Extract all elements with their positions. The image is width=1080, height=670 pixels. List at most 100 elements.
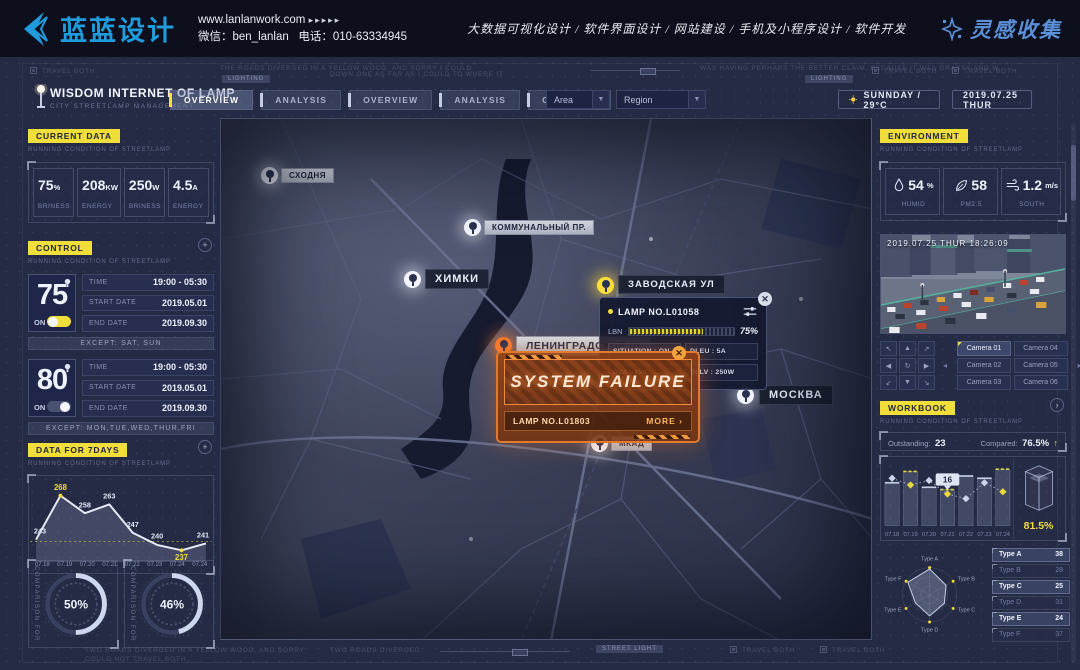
time-row[interactable]: TIME 19:00 - 05:30 xyxy=(82,359,214,376)
compared-value: 76.5% xyxy=(1022,438,1049,449)
pan-down-left-button[interactable]: ↙ xyxy=(880,375,897,390)
weather-chip: SUNNDAY / 29°C xyxy=(838,90,940,109)
pan-down-button[interactable]: ▼ xyxy=(899,375,916,390)
city-map[interactable]: СХОДНЯ КОММУНАЛЬНЫЙ ПР. ХИМКИ ЗАВОДСКАЯ … xyxy=(220,118,872,640)
schedule-block-1: 75 ON TIME 19:00 - 05:30 START DATE 2019… xyxy=(28,274,214,332)
stat-card-briness: 75% BRINESS xyxy=(33,168,74,217)
panel-title-badge: WORKBOOK xyxy=(880,401,955,415)
camera-button-03[interactable]: Camera 03 xyxy=(957,375,1011,390)
map-pin-zavodskaya[interactable] xyxy=(597,277,614,294)
area-select[interactable]: Area ▼ xyxy=(546,90,610,109)
row-value: 19:00 - 05:30 xyxy=(153,362,207,372)
row-label: END DATE xyxy=(89,405,128,412)
pan-right-button[interactable]: ▶ xyxy=(918,358,935,373)
date-text: 2019.07.25 THUR xyxy=(963,90,1021,110)
decor-text: DOWN ONE AS FAR AS I COULD TO WHERE IT xyxy=(330,71,504,78)
point-value: 258 xyxy=(79,500,91,509)
camera-list-prev-icon[interactable]: ◂ xyxy=(943,361,947,370)
tab-analysis-1[interactable]: ANALYSIS xyxy=(261,90,341,110)
brightness-bar[interactable] xyxy=(628,327,735,336)
region-select[interactable]: Region ▼ xyxy=(616,90,706,109)
map-pin-kommunalny[interactable] xyxy=(464,219,481,236)
leaf-icon xyxy=(955,179,968,192)
legend-row-type-b[interactable]: Type B 28 xyxy=(992,564,1070,578)
radar-axis-label: Type C xyxy=(958,608,976,614)
brightness-level-card: 80 ON xyxy=(28,359,76,417)
camera-button-06[interactable]: Camera 06 xyxy=(1014,375,1068,390)
traffic-scene xyxy=(881,235,1065,333)
bulb-icon xyxy=(63,363,72,372)
tab-analysis-2[interactable]: ANALYSIS xyxy=(440,90,520,110)
more-button[interactable]: MORE › xyxy=(646,416,683,426)
camera-panel: 2019.07.25 THUR 18:26:09 ↖ ▲ ↗ ◀ ↻ ▶ ↙ ▼… xyxy=(880,234,1066,390)
failed-lamp-id: LAMP NO.L01803 xyxy=(513,416,590,426)
legend-row-type-e[interactable]: Type E 24 xyxy=(992,612,1070,626)
brand-logo[interactable]: 蓝蓝设计 xyxy=(14,9,176,49)
pan-up-button[interactable]: ▲ xyxy=(899,341,916,356)
map-pin-khimki[interactable] xyxy=(404,271,421,288)
pan-up-left-button[interactable]: ↖ xyxy=(880,341,897,356)
camera-button-01[interactable]: Camera 01 xyxy=(957,341,1011,356)
sparkle-star-icon xyxy=(940,17,964,41)
radar-axis-label: Type F xyxy=(884,576,902,582)
comparison-gauge-2: COMPARISON FOR 46% xyxy=(124,560,214,648)
map-pin-skhodnya[interactable] xyxy=(261,167,278,184)
end-date-row[interactable]: END DATE 2019.09.30 xyxy=(82,315,214,332)
pm25-card: 58 PM2.5 xyxy=(943,168,998,215)
camera-timestamp: 2019.07.25 THUR 18:26:09 xyxy=(887,239,1009,248)
website-link[interactable]: www.lanlanwork.com xyxy=(198,14,305,26)
sliders-icon[interactable] xyxy=(742,306,758,317)
legend-row-type-f[interactable]: Type F 37 xyxy=(992,628,1070,642)
stat-value: 54 xyxy=(908,177,924,193)
gauge-value: 46% xyxy=(160,597,184,611)
legend-row-type-a[interactable]: Type A 38 xyxy=(992,548,1070,562)
x-tick: 07.23 xyxy=(977,532,991,538)
camera-feed[interactable]: 2019.07.25 THUR 18:26:09 xyxy=(880,234,1066,334)
time-row[interactable]: TIME 19:00 - 05:30 xyxy=(82,274,214,291)
workbook-more-button[interactable]: › xyxy=(1050,398,1064,412)
schedule-toggle[interactable] xyxy=(47,401,71,412)
panel-title-badge: CONTROL xyxy=(28,241,92,255)
legend-value: 25 xyxy=(1055,583,1063,590)
stat-unit: % xyxy=(54,183,61,192)
camera-button-02[interactable]: Camera 02 xyxy=(957,358,1011,373)
add-schedule-button[interactable]: + xyxy=(198,238,212,252)
pan-left-button[interactable]: ◀ xyxy=(880,358,897,373)
legend-row-type-d[interactable]: Type D 31 xyxy=(992,596,1070,610)
row-value: 2019.05.01 xyxy=(162,298,207,308)
lbn-label: LBN xyxy=(608,327,623,336)
gauge-label: COMPARISON FOR xyxy=(33,566,39,642)
pan-up-right-button[interactable]: ↗ xyxy=(918,341,935,356)
radar-axis-label: Type A xyxy=(921,556,938,562)
pan-down-right-button[interactable]: ↘ xyxy=(918,375,935,390)
page: 蓝蓝设计 www.lanlanwork.com ▸▸▸▸▸ 微信：ben_lan… xyxy=(0,0,1080,670)
tab-overview-1[interactable]: OVERVIEW xyxy=(170,90,253,110)
decor-checkbox xyxy=(952,67,959,74)
banner-contact: www.lanlanwork.com ▸▸▸▸▸ 微信：ben_lanlan 电… xyxy=(198,12,407,46)
tab-overview-2[interactable]: OVERVIEW xyxy=(349,90,432,110)
failure-banner: SYSTEM FAILURE xyxy=(504,359,692,405)
inspiration-collect[interactable]: 灵感收集 xyxy=(940,14,1062,44)
row-label: START DATE xyxy=(89,384,136,391)
stat-unit: m/s xyxy=(1045,181,1058,190)
toggle-knob xyxy=(48,317,58,327)
panel-subtitle: RUNNING CONDITION OF STREETLAMP xyxy=(880,419,1066,425)
camera-button-05[interactable]: Camera 05 xyxy=(1014,358,1068,373)
legend-value: 31 xyxy=(1055,599,1063,606)
close-icon[interactable]: ✕ xyxy=(758,292,772,306)
start-date-row[interactable]: START DATE 2019.05.01 xyxy=(82,380,214,397)
expand-chart-button[interactable]: + xyxy=(198,440,212,454)
legend-label: Type E xyxy=(999,615,1021,622)
legend-row-type-c[interactable]: Type C 25 xyxy=(992,580,1070,594)
failure-title: SYSTEM FAILURE xyxy=(510,372,685,392)
stat-label: BRINESS xyxy=(38,203,71,210)
except-days-bar: EXCEPT: SAT, SUN xyxy=(28,337,214,350)
reset-view-button[interactable]: ↻ xyxy=(899,358,916,373)
end-date-row[interactable]: END DATE 2019.09.30 xyxy=(82,400,214,417)
schedule-toggle[interactable] xyxy=(47,316,71,327)
decor-checkbox xyxy=(872,67,879,74)
camera-button-04[interactable]: Camera 04 xyxy=(1014,341,1068,356)
scrollbar-thumb[interactable] xyxy=(1071,145,1076,201)
start-date-row[interactable]: START DATE 2019.05.01 xyxy=(82,295,214,312)
close-icon[interactable]: ✕ xyxy=(672,346,686,360)
